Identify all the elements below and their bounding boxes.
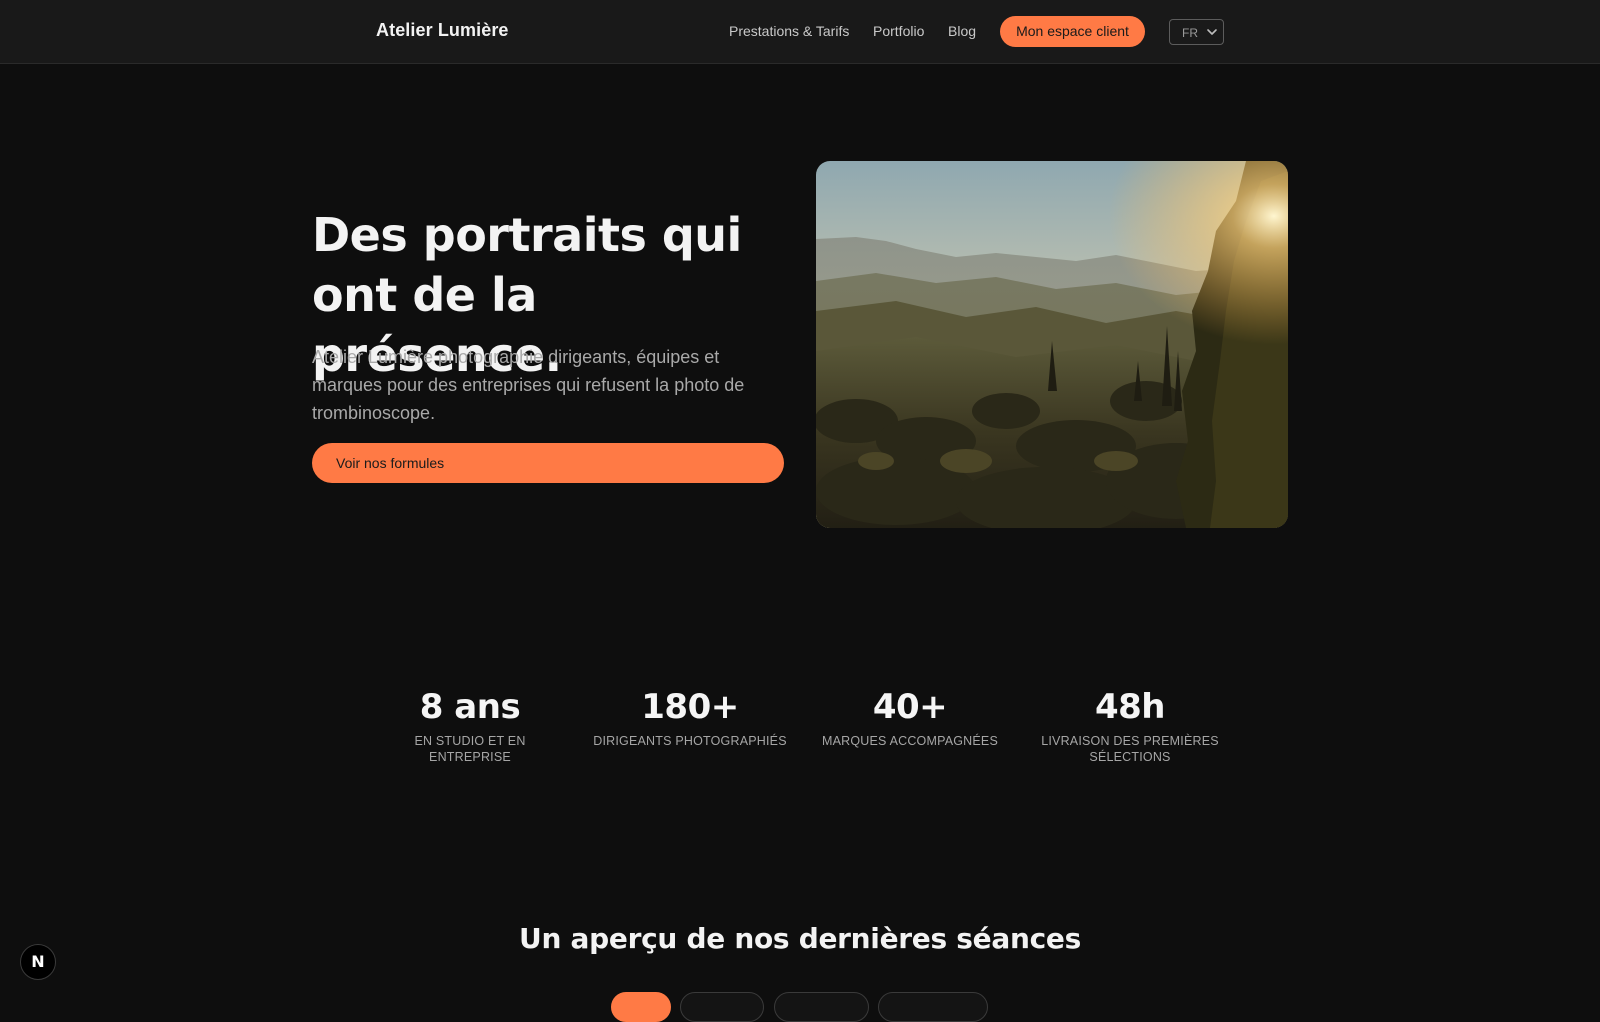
- view-plans-button[interactable]: Voir nos formules: [312, 443, 784, 483]
- client-area-button[interactable]: Mon espace client: [1000, 16, 1145, 47]
- stat-value: 48h: [1094, 687, 1166, 727]
- brand-logo[interactable]: Atelier Lumière: [376, 20, 509, 41]
- hero-subtitle: Atelier Lumière photographie dirigeants,…: [312, 347, 745, 423]
- gallery-filter-pill-active[interactable]: [611, 992, 671, 1022]
- gallery-section-title: Un aperçu de nos dernières séances: [519, 922, 1081, 955]
- gallery-filter-pill[interactable]: [680, 992, 764, 1022]
- stat-value: 40+: [872, 687, 948, 727]
- stat-label: Livraison des premières sélections: [1041, 734, 1219, 764]
- nav-link-portfolio[interactable]: Portfolio: [873, 23, 924, 39]
- stat-value: 8 ans: [419, 687, 521, 727]
- stat-label: Marques accompagnées: [821, 734, 999, 748]
- gallery-filter-pill[interactable]: [878, 992, 988, 1022]
- stat-label: En studio et en entreprise: [414, 734, 526, 764]
- stat-delivery: 48h Livraison des premières sélections: [1030, 685, 1230, 765]
- language-value: FR: [1182, 26, 1198, 40]
- stat-years: 8 ans En studio et en entreprise: [370, 685, 570, 765]
- hero-landscape-image: [816, 161, 1288, 528]
- chevron-down-icon: [1207, 29, 1217, 35]
- language-select[interactable]: FR: [1169, 19, 1224, 45]
- stat-value: 180+: [641, 687, 739, 727]
- gallery-filter-pill[interactable]: [774, 992, 869, 1022]
- nav-link-prestations[interactable]: Prestations & Tarifs: [729, 23, 849, 39]
- nav-link-blog[interactable]: Blog: [948, 23, 976, 39]
- stat-label: Dirigeants photographiés: [593, 734, 787, 748]
- stat-brands: 40+ Marques accompagnées: [810, 685, 1010, 749]
- top-navigation-bar: Atelier Lumière Prestations & Tarifs Por…: [0, 0, 1600, 64]
- stat-executives: 180+ Dirigeants photographiés: [590, 685, 790, 749]
- dev-tools-badge[interactable]: N: [20, 944, 56, 980]
